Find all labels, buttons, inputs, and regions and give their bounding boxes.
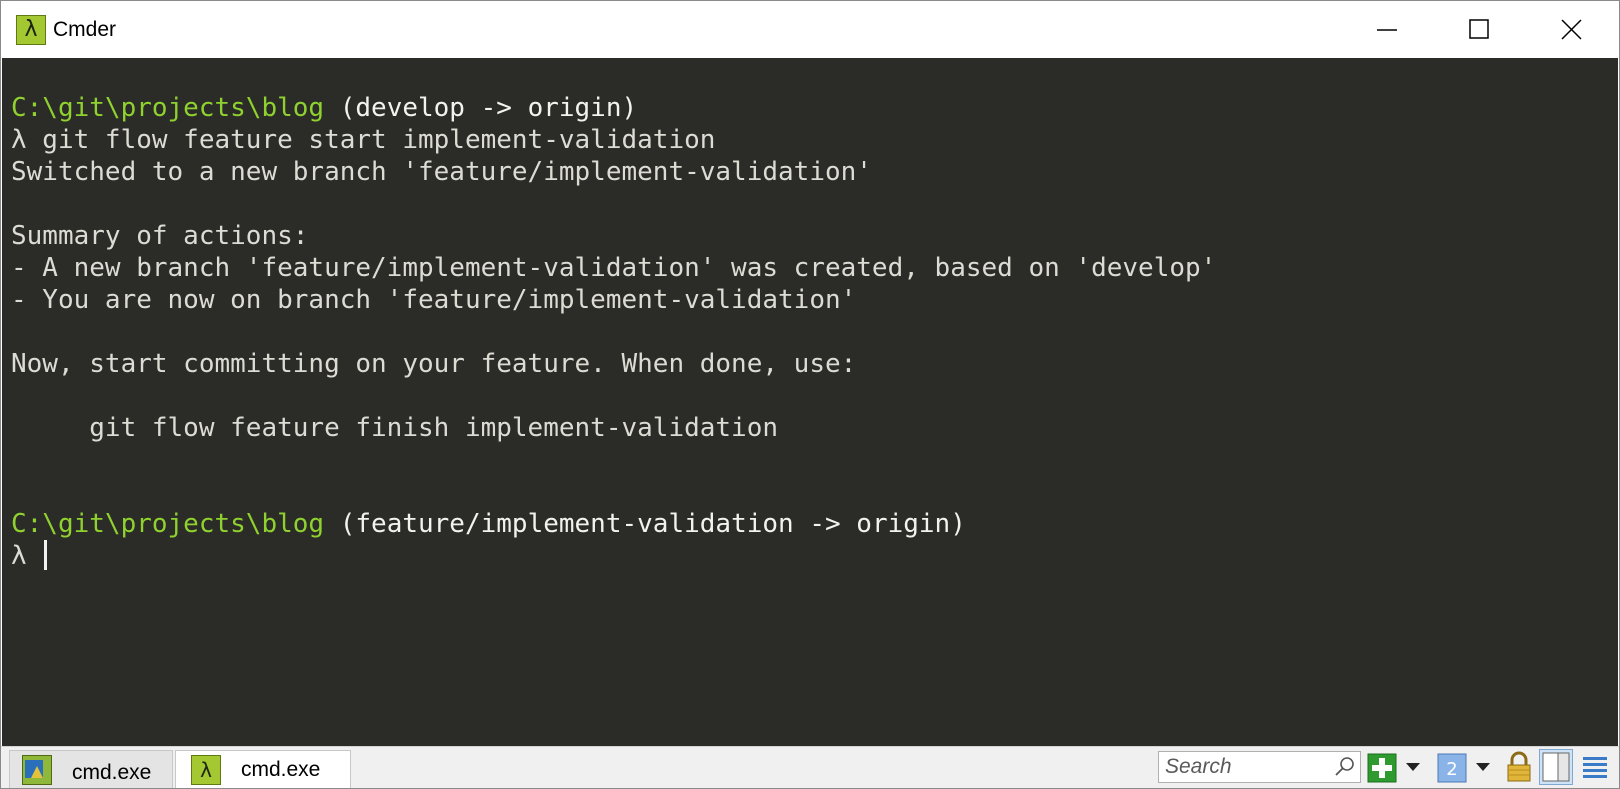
minimize-button[interactable] bbox=[1341, 1, 1433, 58]
cmd-icon bbox=[22, 755, 52, 785]
tab-cmd-2[interactable]: λ cmd.exe bbox=[175, 750, 351, 788]
prompt-line: C:\git\projects\blog (feature/implement-… bbox=[11, 508, 966, 540]
maximize-button[interactable] bbox=[1433, 1, 1525, 58]
tab-cmd-1[interactable]: cmd.exe bbox=[9, 750, 173, 788]
lambda-icon: λ bbox=[191, 755, 221, 785]
lambda-app-icon[interactable]: λ bbox=[16, 15, 46, 45]
output-line: Now, start committing on your feature. W… bbox=[11, 349, 857, 379]
tab-label: cmd.exe bbox=[72, 761, 152, 784]
lock-icon[interactable] bbox=[1505, 751, 1533, 783]
dropdown-icon[interactable] bbox=[1475, 761, 1491, 773]
close-button[interactable] bbox=[1525, 1, 1617, 58]
text-cursor bbox=[44, 539, 48, 570]
prompt-branch: (feature/implement-validation -> origin) bbox=[324, 509, 966, 539]
output-line: Summary of actions: bbox=[11, 221, 309, 251]
prompt-path: C:\git\projects\blog bbox=[11, 509, 325, 539]
command-line: λ git flow feature start implement-valid… bbox=[11, 125, 716, 155]
tab-bar: cmd.exe λ cmd.exe 2 bbox=[1, 746, 1619, 788]
menu-icon[interactable] bbox=[1581, 753, 1609, 783]
output-line: - You are now on branch 'feature/impleme… bbox=[11, 285, 857, 315]
prompt-line: C:\git\projects\blog (develop -> origin) bbox=[11, 92, 637, 124]
close-icon bbox=[1561, 19, 1582, 40]
output-line: Switched to a new branch 'feature/implem… bbox=[11, 157, 872, 187]
output-line: - A new branch 'feature/implement-valida… bbox=[11, 253, 1217, 283]
tab-label: cmd.exe bbox=[241, 758, 321, 781]
prompt-path: C:\git\projects\blog bbox=[11, 93, 325, 123]
input-line[interactable]: λ bbox=[11, 539, 48, 572]
split-icon[interactable]: 2 bbox=[1437, 753, 1467, 783]
minimize-icon bbox=[1377, 29, 1397, 31]
svg-text:2: 2 bbox=[1446, 759, 1457, 780]
search-input[interactable] bbox=[1165, 752, 1330, 782]
search-box[interactable] bbox=[1158, 751, 1361, 783]
terminal-output[interactable]: C:\git\projects\blog (develop -> origin)… bbox=[2, 58, 1618, 746]
cmder-window: λ Cmder C:\git\projects\blog (develop ->… bbox=[0, 0, 1620, 789]
pane-layout-icon[interactable] bbox=[1539, 749, 1573, 785]
dropdown-icon[interactable] bbox=[1405, 761, 1421, 773]
prompt-symbol: λ bbox=[11, 541, 43, 571]
title-bar[interactable]: λ Cmder bbox=[1, 1, 1619, 58]
window-title: Cmder bbox=[53, 18, 117, 41]
new-console-icon[interactable] bbox=[1367, 753, 1397, 783]
search-icon[interactable] bbox=[1334, 756, 1356, 778]
prompt-branch: (develop -> origin) bbox=[324, 93, 638, 123]
output-line: git flow feature finish implement-valida… bbox=[11, 413, 779, 443]
maximize-icon bbox=[1469, 19, 1489, 39]
